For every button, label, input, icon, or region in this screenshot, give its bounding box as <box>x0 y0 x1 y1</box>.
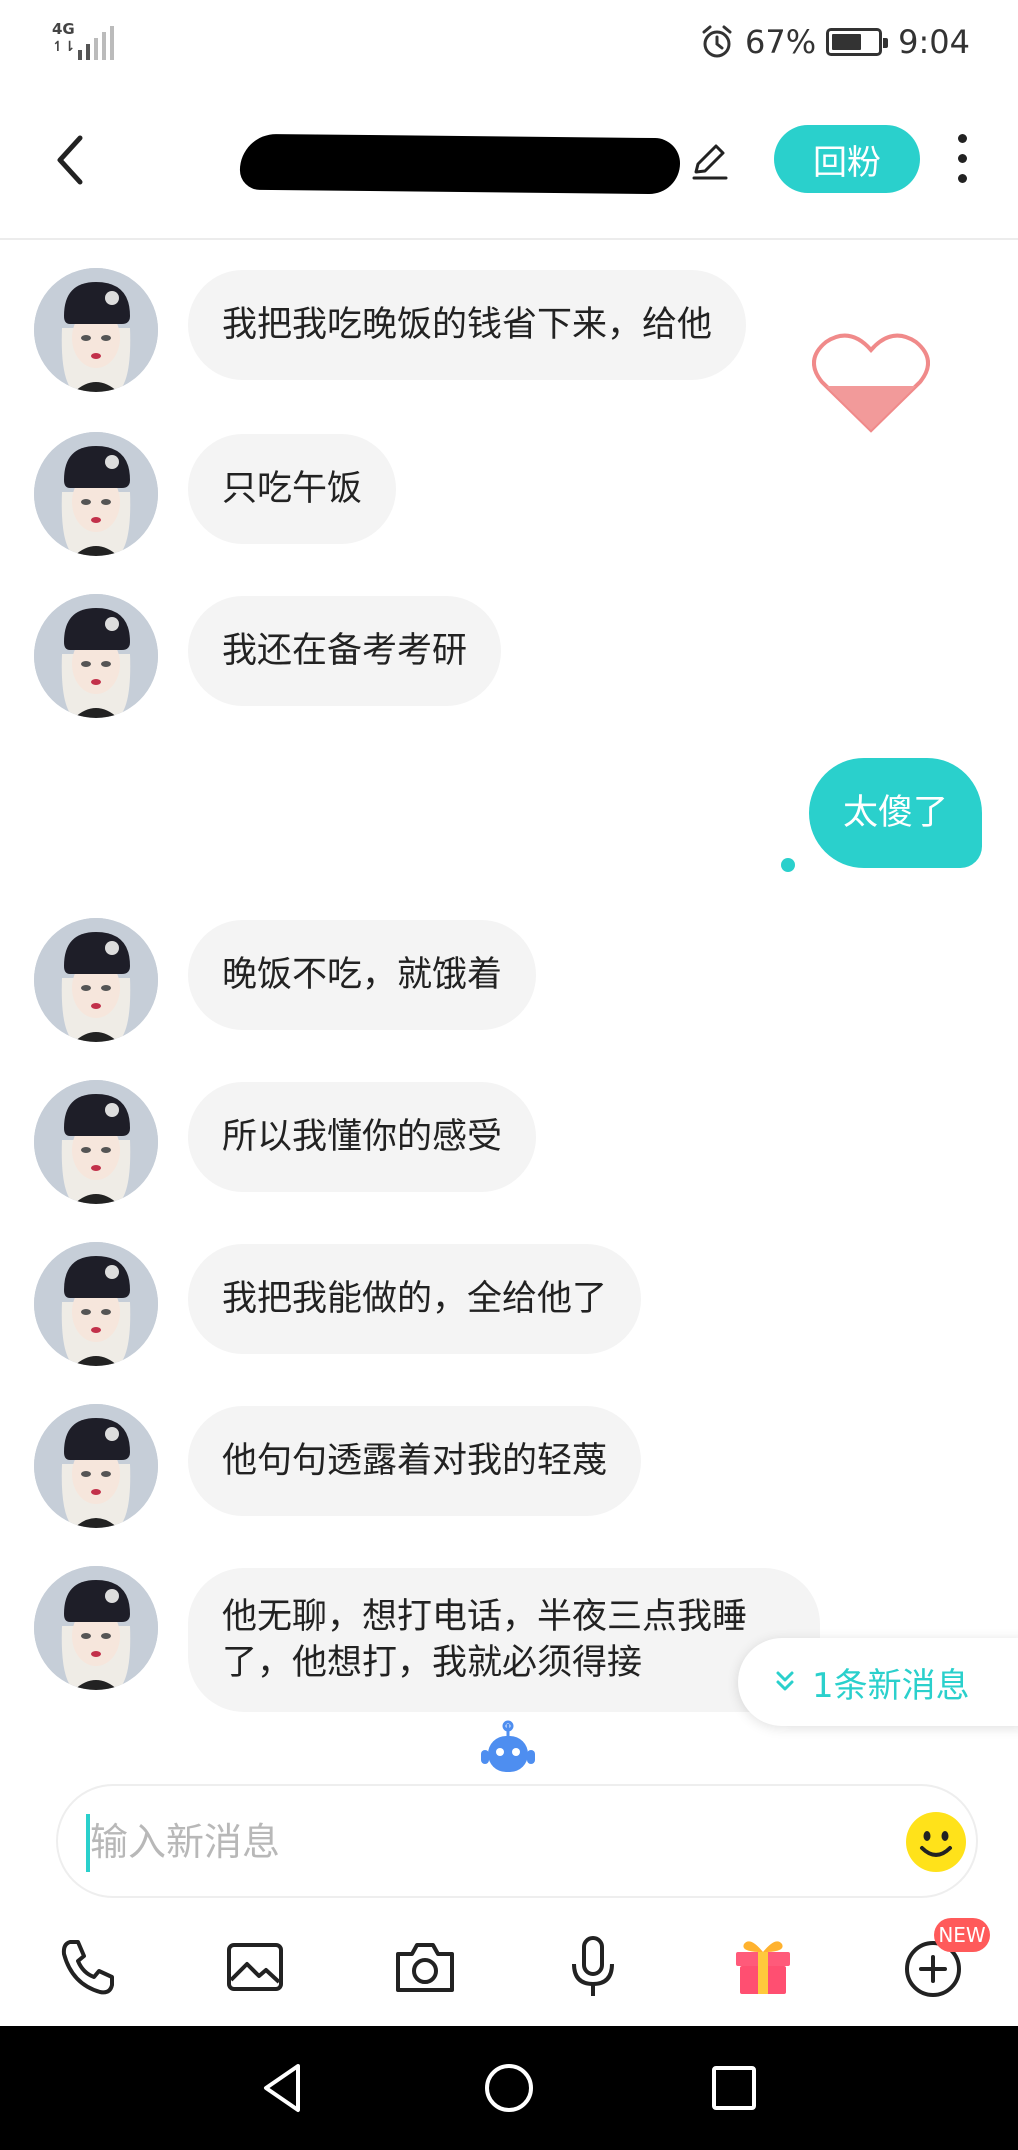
nav-home-icon[interactable] <box>481 2060 537 2116</box>
message-bubble[interactable]: 他无聊，想打电话，半夜三点我睡了，他想打，我就必须得接 <box>188 1568 820 1712</box>
message-bubble[interactable]: 我把我吃晚饭的钱省下来，给他 <box>188 270 747 380</box>
follow-back-button[interactable]: 回粉 <box>774 125 920 193</box>
message-bubble[interactable]: 我还在备考考研 <box>188 596 502 706</box>
avatar[interactable] <box>34 918 158 1042</box>
read-indicator <box>781 858 795 872</box>
edit-icon[interactable] <box>688 138 732 182</box>
message-bubble[interactable]: 他句句透露着对我的轻蔑 <box>188 1406 642 1516</box>
nav-back-icon[interactable] <box>256 2060 312 2116</box>
cell-signal: 4G ↿⇂ <box>52 20 114 62</box>
message-bubble[interactable]: 只吃午饭 <box>188 434 397 544</box>
battery-percent: 67% <box>745 23 817 61</box>
double-chevron-down-icon <box>776 1671 794 1691</box>
microphone-icon[interactable] <box>558 1932 628 2002</box>
message-bubble[interactable]: 晚饭不吃，就饿着 <box>188 920 537 1030</box>
nav-recents-icon[interactable] <box>706 2060 762 2116</box>
clock: 9:04 <box>898 23 970 61</box>
avatar-illustration <box>34 918 158 1042</box>
avatar-illustration <box>34 594 158 718</box>
phone-icon[interactable] <box>52 1932 122 2002</box>
message-input-container <box>56 1784 978 1898</box>
contact-name <box>658 140 688 190</box>
new-badge: NEW <box>934 1918 990 1952</box>
chat-header: 回粉 <box>0 80 1018 240</box>
input-toolbar <box>0 1916 1018 2026</box>
message-input[interactable] <box>90 1812 870 1872</box>
data-arrows-icon: ↿⇂ <box>52 39 76 55</box>
image-icon[interactable] <box>220 1932 290 2002</box>
heart-icon <box>812 333 930 433</box>
contact-name-redacted <box>239 133 681 195</box>
avatar[interactable] <box>34 268 158 392</box>
avatar[interactable] <box>34 594 158 718</box>
signal-bars-icon <box>78 26 114 60</box>
avatar-illustration <box>34 1566 158 1690</box>
gift-icon[interactable] <box>728 1932 798 2002</box>
avatar[interactable] <box>34 1566 158 1690</box>
avatar-illustration <box>34 1242 158 1366</box>
battery-icon <box>826 28 889 56</box>
status-bar: 4G ↿⇂ 67% 9:04 <box>0 0 1018 80</box>
new-message-label: 1条新消息 <box>812 1665 970 1706</box>
system-nav-bar <box>0 2026 1018 2150</box>
my-message-bubble[interactable]: 太傻了 <box>808 758 982 868</box>
camera-icon[interactable] <box>390 1932 460 2002</box>
message-bubble[interactable]: 我把我能做的，全给他了 <box>188 1244 642 1354</box>
back-icon[interactable] <box>50 130 90 190</box>
avatar-illustration <box>34 432 158 556</box>
status-right: 67% 9:04 <box>699 20 970 64</box>
new-message-pill[interactable]: 1条新消息 <box>738 1638 1018 1726</box>
more-icon[interactable] <box>954 134 970 190</box>
message-bubble[interactable]: 所以我懂你的感受 <box>188 1082 537 1192</box>
network-type: 4G <box>52 20 75 38</box>
avatar-illustration <box>34 1080 158 1204</box>
avatar[interactable] <box>34 1080 158 1204</box>
avatar-illustration <box>34 1404 158 1528</box>
avatar[interactable] <box>34 1404 158 1528</box>
emoji-icon[interactable] <box>904 1810 968 1874</box>
alarm-icon <box>702 25 732 58</box>
robot-assistant-icon[interactable] <box>478 1720 538 1780</box>
avatar[interactable] <box>34 432 158 556</box>
avatar[interactable] <box>34 1242 158 1366</box>
avatar-illustration <box>34 268 158 392</box>
